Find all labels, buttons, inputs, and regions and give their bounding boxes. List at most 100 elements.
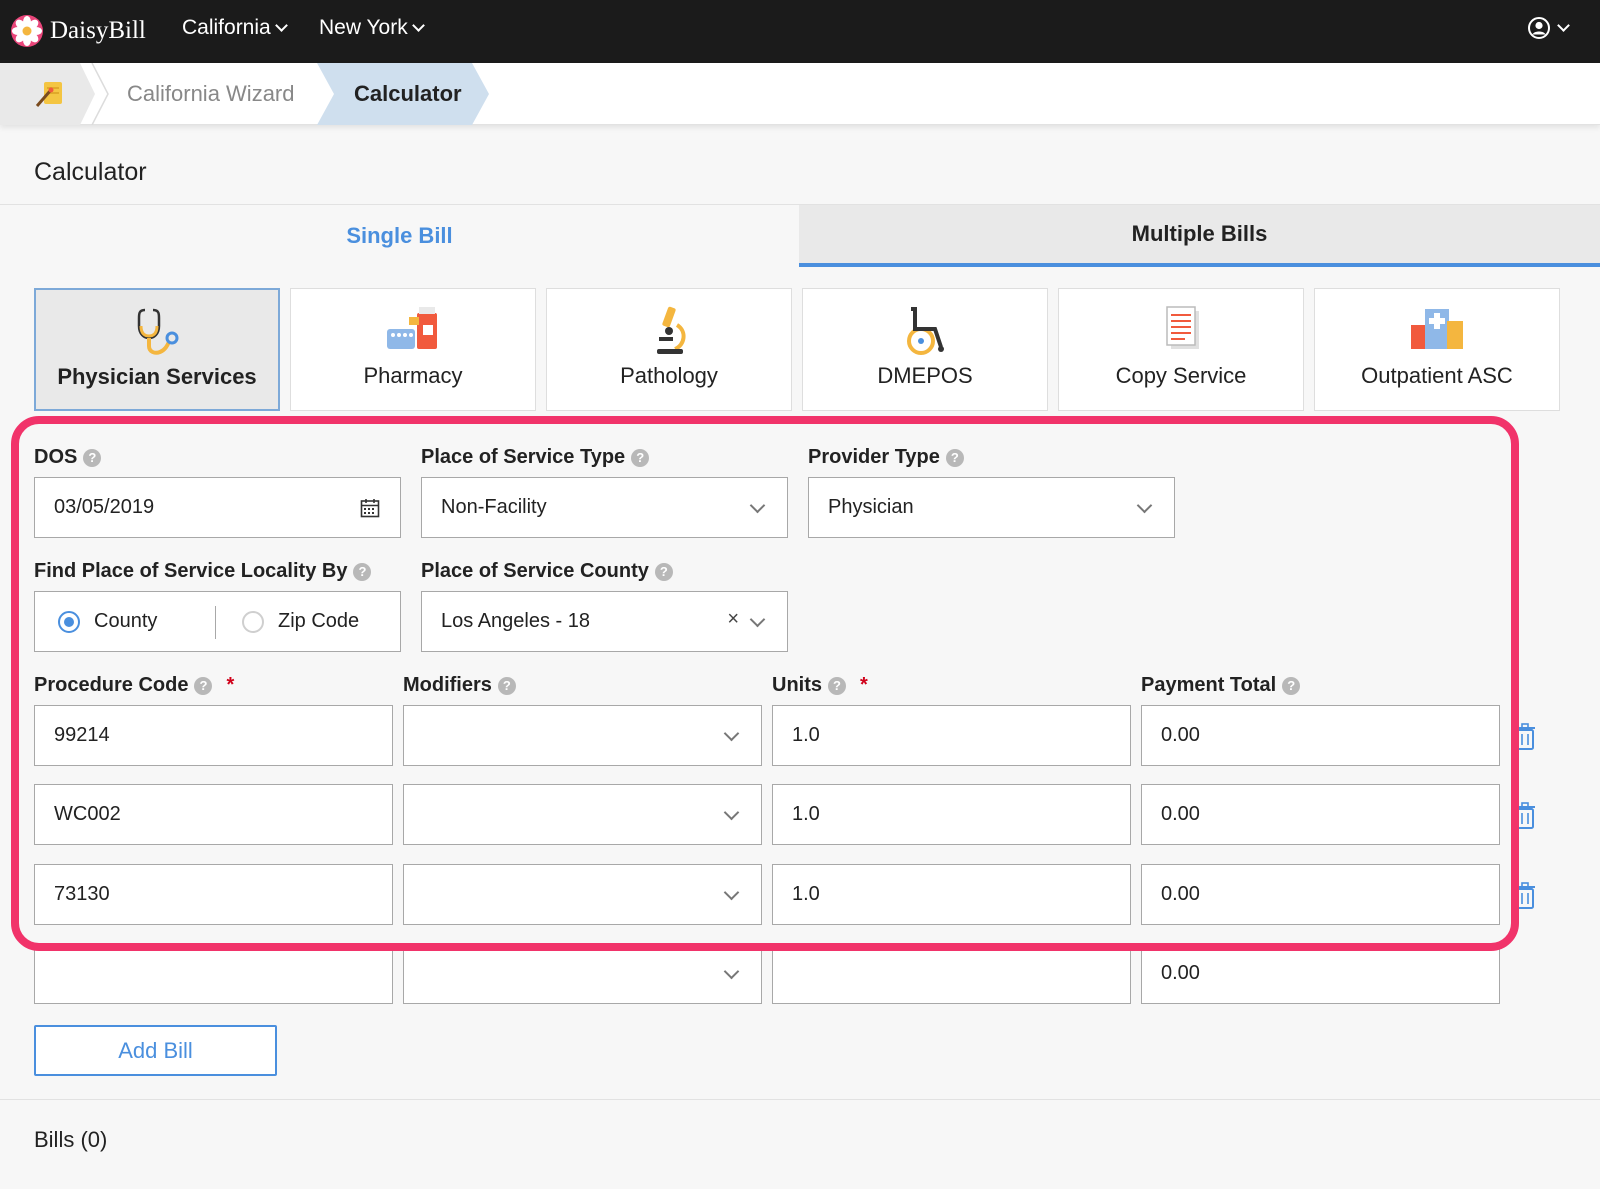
- place-of-service-county-label-text: Place of Service County: [421, 560, 649, 582]
- radio-county[interactable]: County: [58, 592, 157, 651]
- help-icon[interactable]: ?: [353, 562, 372, 581]
- help-icon[interactable]: ?: [828, 676, 846, 695]
- place-of-service-county-value: Los Angeles - 18: [441, 610, 590, 632]
- radio-button-unchecked[interactable]: [242, 610, 264, 633]
- nav-menu-california[interactable]: California: [182, 16, 288, 40]
- provider-type-label: Provider Type ?: [808, 446, 964, 469]
- dos-label: DOS ?: [34, 446, 102, 469]
- service-card-label: Pathology: [620, 363, 718, 388]
- service-card-dmepos[interactable]: DMEPOS: [802, 288, 1048, 411]
- daisy-icon: [10, 14, 44, 48]
- units-input-value[interactable]: [792, 962, 1130, 985]
- tab-single-bill[interactable]: Single Bill: [0, 205, 799, 266]
- modifiers-label-text: Modifiers: [403, 674, 492, 696]
- trash-icon[interactable]: [1514, 882, 1536, 910]
- breadcrumb-california-wizard[interactable]: California Wizard: [110, 63, 330, 125]
- user-menu[interactable]: [1527, 16, 1570, 40]
- help-icon[interactable]: ?: [194, 676, 213, 695]
- provider-type-value: Physician: [828, 496, 914, 518]
- service-card-pharmacy[interactable]: Pharmacy: [290, 288, 536, 411]
- dos-label-text: DOS: [34, 446, 78, 468]
- help-icon[interactable]: ?: [945, 448, 964, 467]
- calendar-icon[interactable]: [360, 498, 380, 518]
- nav-menu-new-york[interactable]: New York: [319, 16, 425, 40]
- place-of-service-county-label: Place of Service County ?: [421, 560, 673, 583]
- payment-total-input-value[interactable]: [1161, 962, 1499, 985]
- units-input[interactable]: [772, 784, 1131, 845]
- help-icon[interactable]: ?: [631, 448, 650, 467]
- service-card-physician-services[interactable]: Physician Services: [34, 288, 280, 411]
- payment-total-label: Payment Total ?: [1141, 674, 1301, 697]
- units-input[interactable]: [772, 705, 1131, 766]
- brand-name: DaisyBill: [50, 17, 146, 44]
- stethoscope-icon: [137, 308, 179, 355]
- payment-total-input[interactable]: [1141, 784, 1500, 845]
- place-of-service-type-select[interactable]: Non-Facility: [421, 477, 788, 538]
- payment-total-input-value[interactable]: [1161, 724, 1499, 747]
- payment-total-input[interactable]: [1141, 864, 1500, 925]
- modifiers-select[interactable]: [403, 943, 762, 1004]
- procedure-code-input[interactable]: [34, 943, 393, 1004]
- procedure-code-input[interactable]: [34, 784, 393, 845]
- modifiers-select[interactable]: [403, 784, 762, 845]
- locality-by-label-text: Find Place of Service Locality By: [34, 560, 348, 582]
- units-input-value[interactable]: [792, 803, 1130, 826]
- add-bill-button[interactable]: Add Bill: [34, 1025, 277, 1076]
- units-input[interactable]: [772, 943, 1131, 1004]
- units-label-text: Units: [772, 674, 822, 696]
- service-card-label: Pharmacy: [363, 363, 463, 388]
- procedure-code-input[interactable]: [34, 705, 393, 766]
- procedure-code-input[interactable]: [34, 864, 393, 925]
- dos-field[interactable]: [34, 477, 401, 538]
- top-navbar: DaisyBill California New York: [0, 0, 1600, 63]
- bills-count: Bills (0): [34, 1127, 108, 1152]
- dos-input[interactable]: [54, 496, 400, 519]
- procedure-code-input-value[interactable]: [54, 883, 392, 906]
- radio-button-checked[interactable]: [58, 610, 80, 633]
- payment-total-input-value[interactable]: [1161, 803, 1499, 826]
- help-icon[interactable]: ?: [497, 676, 516, 695]
- service-card-pathology[interactable]: Pathology: [546, 288, 792, 411]
- breadcrumb-label: Calculator: [354, 81, 462, 106]
- service-card-copy-service[interactable]: Copy Service: [1058, 288, 1304, 411]
- units-label: Units ? *: [772, 674, 868, 697]
- radio-label: County: [94, 610, 158, 632]
- place-of-service-county-select[interactable]: Los Angeles - 18 ×: [421, 591, 788, 652]
- service-card-label: DMEPOS: [877, 363, 973, 388]
- place-of-service-type-label: Place of Service Type ?: [421, 446, 650, 469]
- help-icon[interactable]: ?: [83, 448, 102, 467]
- procedure-code-input-value[interactable]: [54, 803, 392, 826]
- wheelchair-icon: [907, 307, 944, 355]
- payment-total-input-value[interactable]: [1161, 883, 1499, 906]
- chevron-down-icon: [1136, 497, 1153, 514]
- units-input-value[interactable]: [792, 724, 1130, 747]
- modifiers-select[interactable]: [403, 864, 762, 925]
- units-input-value[interactable]: [792, 883, 1130, 906]
- modifiers-label: Modifiers ?: [403, 674, 516, 697]
- tab-multiple-bills[interactable]: Multiple Bills: [799, 205, 1600, 267]
- clear-icon[interactable]: ×: [727, 608, 739, 631]
- chevron-down-icon: [411, 18, 425, 32]
- required-marker: *: [860, 674, 868, 696]
- procedure-code-label: Procedure Code ? *: [34, 674, 234, 697]
- radio-label: Zip Code: [278, 610, 360, 632]
- breadcrumb-home[interactable]: [0, 63, 95, 125]
- provider-type-select[interactable]: Physician: [808, 477, 1175, 538]
- modifiers-select[interactable]: [403, 705, 762, 766]
- trash-icon[interactable]: [1514, 802, 1536, 830]
- procedure-code-input-value[interactable]: [54, 962, 392, 985]
- units-input[interactable]: [772, 864, 1131, 925]
- trash-icon[interactable]: [1514, 723, 1536, 751]
- help-icon[interactable]: ?: [1282, 676, 1301, 695]
- procedure-code-input-value[interactable]: [54, 724, 392, 747]
- service-card-outpatient-asc[interactable]: Outpatient ASC: [1314, 288, 1560, 411]
- brand-logo[interactable]: DaisyBill: [10, 13, 146, 49]
- payment-total-input[interactable]: [1141, 943, 1500, 1004]
- radio-zip-code[interactable]: Zip Code: [242, 592, 359, 651]
- chevron-down-icon: [723, 963, 740, 980]
- chevron-down-icon: [749, 611, 766, 628]
- payment-total-input[interactable]: [1141, 705, 1500, 766]
- place-of-service-type-label-text: Place of Service Type: [421, 446, 626, 468]
- help-icon[interactable]: ?: [654, 562, 673, 581]
- breadcrumb: California Wizard Calculator: [0, 63, 1600, 125]
